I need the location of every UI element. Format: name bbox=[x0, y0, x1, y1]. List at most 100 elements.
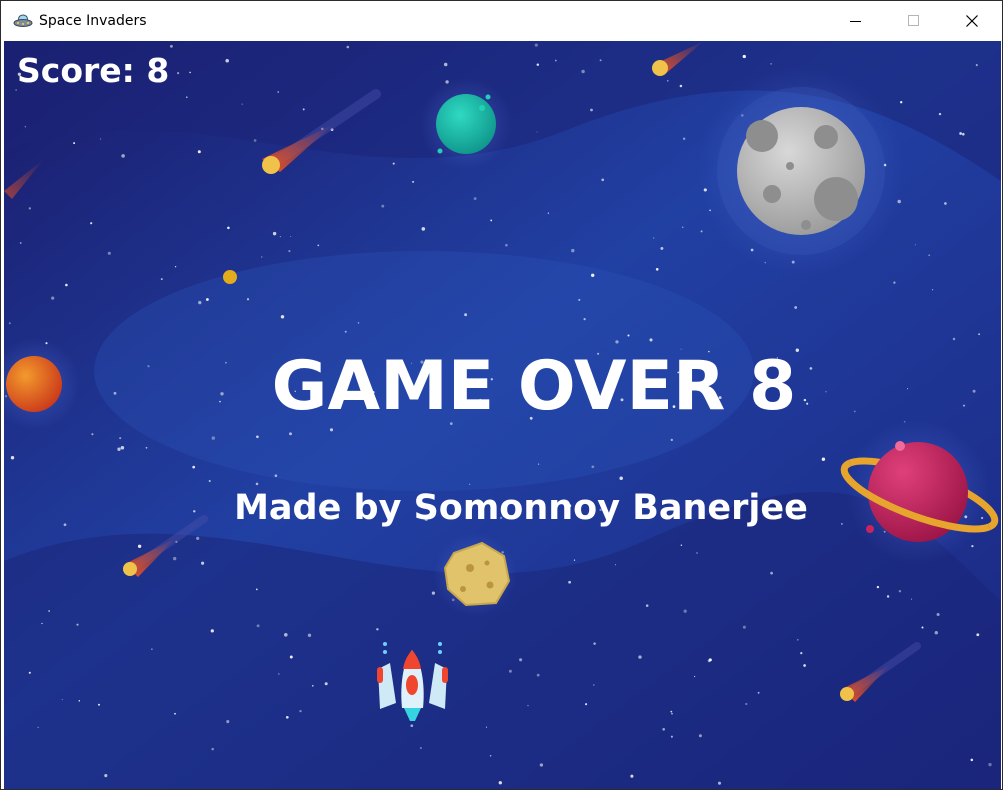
star bbox=[590, 108, 593, 112]
star bbox=[376, 628, 379, 631]
star bbox=[683, 609, 687, 613]
star bbox=[893, 281, 896, 284]
star bbox=[988, 762, 992, 767]
star bbox=[145, 446, 148, 449]
star bbox=[547, 212, 550, 214]
star bbox=[117, 447, 121, 451]
star bbox=[284, 633, 288, 637]
star bbox=[536, 63, 540, 66]
star bbox=[99, 138, 102, 140]
star bbox=[192, 465, 196, 469]
star bbox=[41, 622, 43, 625]
star bbox=[615, 340, 619, 344]
star bbox=[952, 337, 956, 341]
star bbox=[519, 658, 523, 662]
star bbox=[821, 457, 826, 461]
star bbox=[536, 131, 538, 133]
star bbox=[717, 781, 722, 785]
star bbox=[627, 334, 630, 337]
close-button[interactable] bbox=[949, 1, 995, 40]
star bbox=[667, 80, 669, 82]
star bbox=[757, 691, 760, 694]
star bbox=[177, 72, 180, 75]
star bbox=[137, 544, 142, 548]
star bbox=[255, 588, 258, 591]
star bbox=[8, 322, 11, 325]
star bbox=[803, 664, 806, 667]
star bbox=[649, 338, 653, 342]
star bbox=[19, 242, 22, 244]
star bbox=[48, 610, 50, 612]
star bbox=[670, 438, 673, 442]
star bbox=[279, 235, 282, 238]
star bbox=[590, 273, 595, 278]
title-bar[interactable]: Space Invaders bbox=[1, 1, 1002, 40]
star bbox=[645, 604, 649, 607]
star bbox=[970, 758, 974, 762]
star bbox=[583, 318, 586, 321]
star bbox=[357, 322, 360, 324]
star bbox=[197, 150, 201, 154]
star bbox=[485, 726, 488, 728]
star bbox=[290, 235, 292, 238]
star bbox=[285, 715, 289, 719]
star bbox=[73, 142, 76, 145]
star bbox=[944, 202, 947, 205]
star bbox=[578, 298, 581, 301]
star bbox=[745, 702, 748, 706]
minimize-button[interactable] bbox=[833, 1, 879, 40]
star bbox=[256, 435, 259, 439]
star bbox=[742, 54, 746, 59]
teal-planet-icon bbox=[420, 78, 512, 170]
star bbox=[593, 642, 596, 645]
maximize-icon bbox=[908, 15, 919, 26]
star bbox=[770, 63, 772, 65]
star bbox=[261, 256, 263, 258]
star bbox=[196, 536, 200, 541]
star bbox=[311, 684, 314, 687]
star bbox=[975, 64, 978, 67]
star bbox=[534, 43, 538, 47]
star bbox=[289, 432, 292, 436]
star bbox=[770, 571, 774, 575]
star bbox=[189, 71, 191, 74]
close-icon bbox=[966, 15, 978, 27]
star bbox=[971, 544, 974, 548]
star bbox=[317, 244, 320, 247]
star bbox=[119, 437, 122, 440]
star bbox=[742, 625, 746, 629]
star bbox=[800, 652, 803, 655]
star bbox=[928, 254, 931, 257]
star bbox=[324, 682, 328, 686]
star bbox=[614, 564, 617, 566]
star bbox=[537, 463, 540, 465]
star bbox=[28, 207, 31, 210]
star bbox=[28, 671, 31, 674]
star bbox=[37, 726, 39, 729]
star bbox=[65, 283, 68, 287]
minimize-icon bbox=[850, 21, 861, 22]
star bbox=[253, 139, 257, 142]
small-yellow-planet-icon bbox=[223, 270, 237, 284]
star bbox=[210, 629, 214, 633]
star bbox=[490, 219, 493, 222]
star bbox=[173, 556, 177, 561]
star bbox=[120, 446, 125, 450]
star bbox=[392, 162, 395, 165]
star bbox=[568, 580, 571, 584]
star bbox=[539, 763, 544, 767]
game-window: Space Invaders Score: 8 GAME OVER 8 Made… bbox=[0, 0, 1003, 790]
game-canvas[interactable]: Score: 8 GAME OVER 8 Made by Somonnoy Ba… bbox=[4, 41, 1001, 789]
star bbox=[581, 69, 585, 74]
star bbox=[302, 108, 305, 111]
star bbox=[900, 101, 903, 104]
maximize-button[interactable] bbox=[891, 1, 937, 40]
star bbox=[876, 585, 880, 589]
star bbox=[226, 720, 230, 724]
star bbox=[174, 712, 176, 715]
star bbox=[660, 246, 664, 250]
star bbox=[978, 333, 980, 336]
star bbox=[90, 222, 93, 225]
star bbox=[573, 559, 576, 561]
star bbox=[91, 433, 94, 436]
